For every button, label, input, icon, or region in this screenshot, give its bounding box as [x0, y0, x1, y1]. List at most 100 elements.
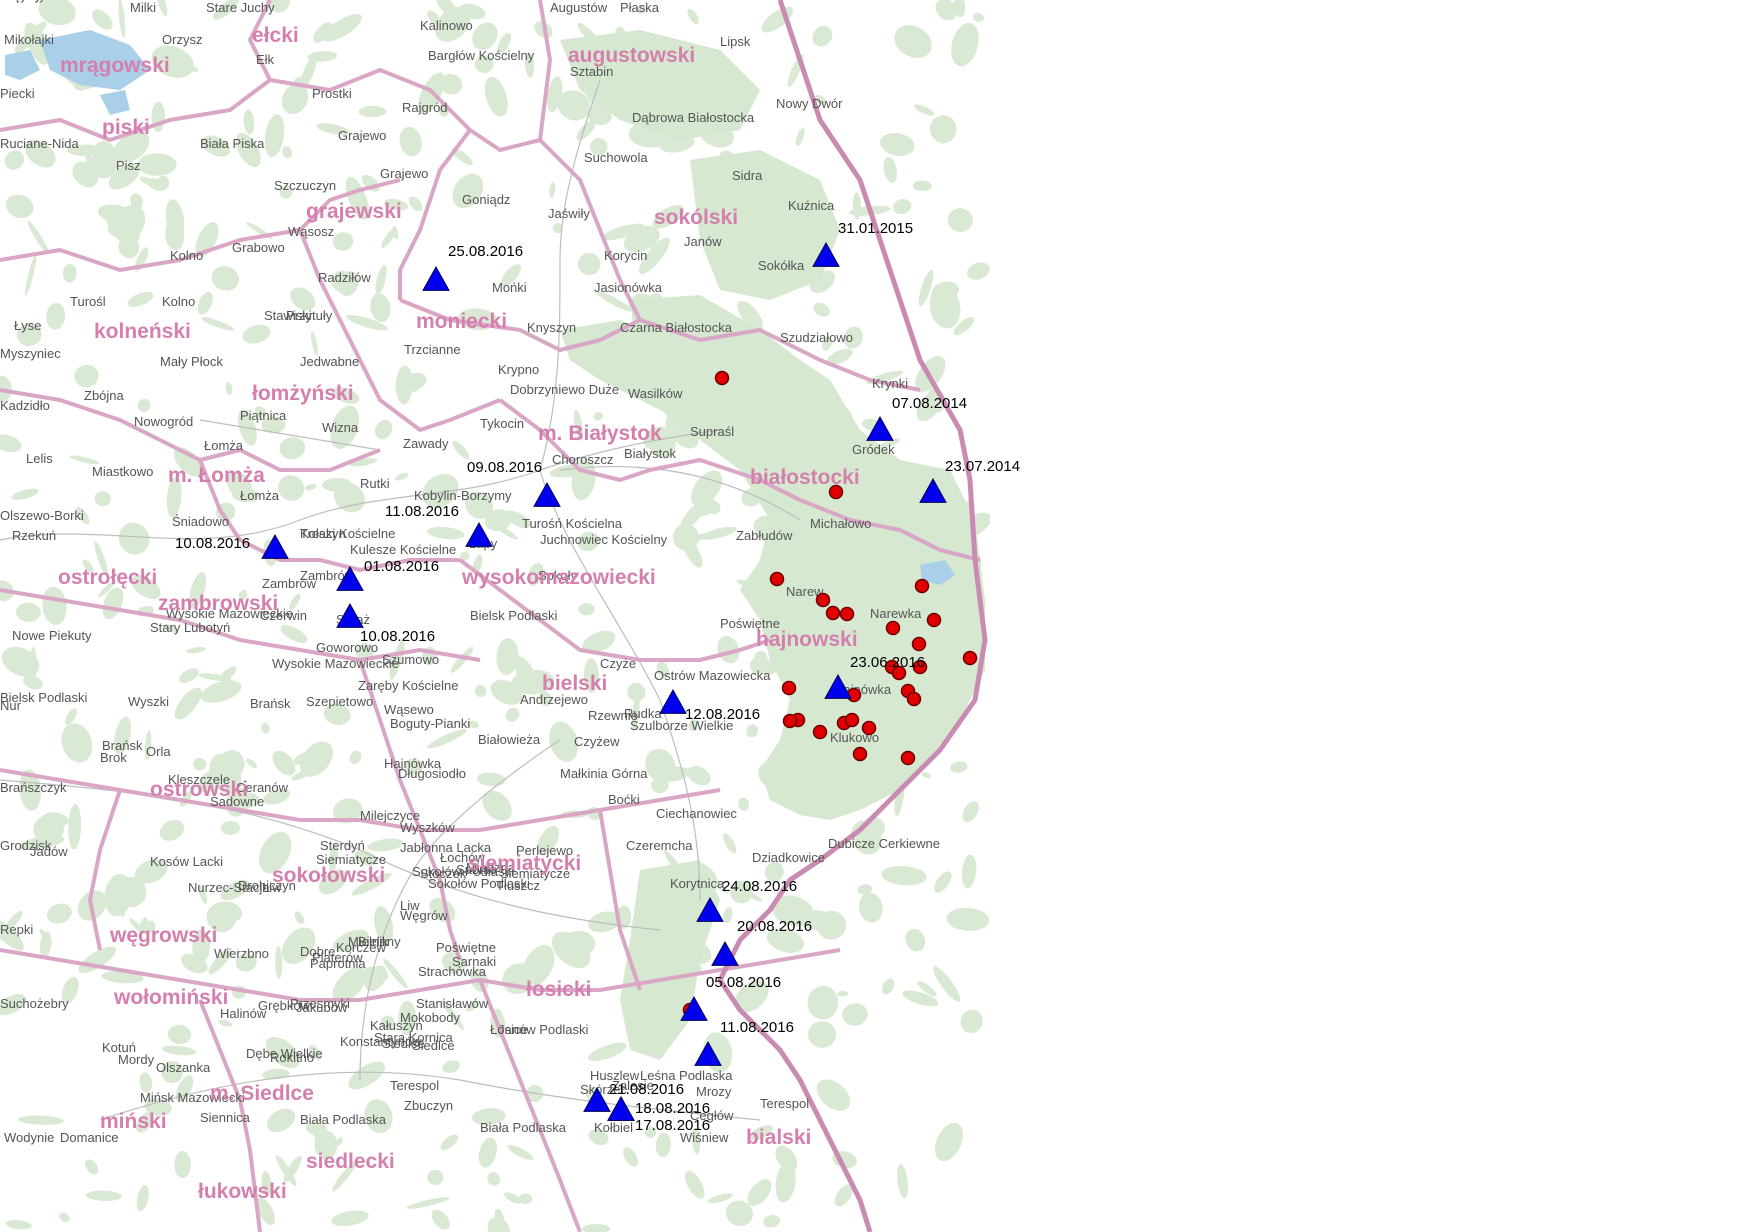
town-label: Stary Lubotyń [150, 620, 230, 635]
town-label: Stare Juchy [206, 0, 275, 15]
town-label: Tłuszcz [496, 878, 540, 893]
town-label: Jasionówka [594, 280, 663, 295]
red-circle-marker [844, 712, 860, 728]
town-label: Wyszki [128, 694, 169, 709]
forest-patch [137, 153, 177, 176]
town-label: Michałowo [810, 516, 871, 531]
town-label: Wąsewo [384, 702, 434, 717]
triangle-date-label: 23.06.2016 [850, 654, 925, 671]
town-label: Korytnica [670, 876, 725, 891]
county-label: grajewski [306, 200, 402, 223]
town-label: Łomża [204, 438, 244, 453]
county-label: ostrowski [150, 778, 248, 801]
town-label: Jadów [30, 844, 68, 859]
red-circle-marker [825, 605, 841, 621]
town-label: Lelis [26, 451, 53, 466]
town-label: Dubicze Cerkiewne [828, 836, 940, 851]
red-circle-marker [769, 571, 785, 587]
red-circle-marker [815, 592, 831, 608]
county-label: hajnowski [756, 628, 858, 651]
triangle-date-label: 12.08.2016 [685, 706, 760, 723]
county-label: ełcki [252, 24, 299, 47]
town-label: Płaska [620, 0, 660, 15]
town-label: Jedwabne [300, 354, 359, 369]
town-label: Kadzidło [0, 398, 50, 413]
town-label: Myszyniec [0, 346, 61, 361]
triangle-date-label: 09.08.2016 [467, 459, 542, 476]
town-label: Szumowo [382, 652, 439, 667]
town-label: Mońki [492, 280, 527, 295]
town-label: Szudziałowo [780, 330, 853, 345]
town-label: Krypno [498, 362, 539, 377]
county-label: miński [100, 1110, 167, 1133]
triangle-date-label: 10.08.2016 [175, 535, 250, 552]
red-circle-marker [812, 724, 828, 740]
town-label: Rudka [624, 706, 662, 721]
red-circle-marker [906, 691, 922, 707]
town-label: Czarna Białostocka [620, 320, 733, 335]
town-label: Pisz [116, 158, 141, 173]
county-label: sokołowski [272, 864, 385, 887]
town-label: Wysokie Mazowieckie [272, 656, 399, 671]
town-label: Mikołajki [4, 32, 54, 47]
forest-patch [174, 1150, 191, 1179]
town-label: Jakubów [296, 1000, 348, 1015]
county-label: bielski [542, 672, 607, 695]
town-label: Grabowo [232, 240, 285, 255]
town-label: Siedlce [412, 1038, 455, 1053]
town-label: Olszewo-Borki [0, 508, 84, 523]
town-label: Boćki [608, 792, 640, 807]
town-label: Małkinia Górna [560, 766, 648, 781]
town-label: Bielany [358, 934, 401, 949]
town-label: Piątnica [240, 408, 287, 423]
town-label: Boguty-Pianki [390, 716, 470, 731]
town-label: Czeremcha [626, 838, 693, 853]
town-label: Szczuczyn [274, 178, 336, 193]
county-label: m. Łomża [168, 464, 265, 487]
town-label: Choroszcz [552, 452, 613, 467]
town-label: Zabłudów [736, 528, 793, 543]
triangle-date-label: 31.01.2015 [838, 220, 913, 237]
town-label: Wąsosz [288, 224, 334, 239]
town-label: Śniadowo [172, 514, 229, 529]
town-label: Dąbrowa Białostocka [632, 110, 755, 125]
town-label: Wizna [322, 420, 359, 435]
map: Milki Stare Juchy Kalinowo Augustów Płaska Mi… [0, 0, 1741, 1232]
triangle-date-label: 11.08.2016 [720, 1019, 794, 1036]
triangle-date-label: 25.08.2016 [448, 243, 523, 260]
county-label: bialski [746, 1126, 811, 1149]
town-label: Krynki [872, 376, 908, 391]
triangle-date-label: 20.08.2016 [737, 918, 812, 935]
county-label: zambrowski [158, 592, 278, 615]
town-label: Zbójna [84, 388, 125, 403]
town-label: Ciechanowiec [656, 806, 737, 821]
town-label: Stanisławów [416, 996, 489, 1011]
blank-area-east [990, 0, 1741, 1232]
town-label: Augustów [550, 0, 608, 15]
town-label: Długosiodło [398, 766, 466, 781]
red-circle-marker [839, 606, 855, 622]
town-label: Wierzbno [214, 946, 269, 961]
town-label: Łyse [14, 318, 41, 333]
town-label: Orzysz [162, 32, 202, 47]
town-label: Przytuły [286, 308, 333, 323]
triangle-date-label: 24.08.2016 [722, 878, 797, 895]
triangle-date-label: 21.08.2016 [609, 1081, 684, 1098]
town-label: Nur [0, 698, 22, 713]
red-circle-marker [828, 484, 844, 500]
county-label: m. Siedlce [210, 1082, 314, 1105]
red-circle-marker [781, 680, 797, 696]
town-label: Czyże [600, 656, 636, 671]
town-label: Narewka [870, 606, 922, 621]
triangle-date-label: 18.08.2016 [635, 1100, 710, 1117]
town-label: Nurzec-Stacja [188, 880, 270, 895]
county-label: łukowski [198, 1180, 287, 1203]
triangle-date-label: 07.08.2014 [892, 395, 967, 412]
town-label: Rokitno [270, 1050, 314, 1065]
red-circle-marker [926, 612, 942, 628]
town-label: Biała Podlaska [300, 1112, 387, 1127]
town-label: Supraśl [690, 424, 734, 439]
town-label: Janów [684, 234, 722, 249]
town-label: Biała Piska [200, 136, 265, 151]
town-label: Grajewo [380, 166, 428, 181]
